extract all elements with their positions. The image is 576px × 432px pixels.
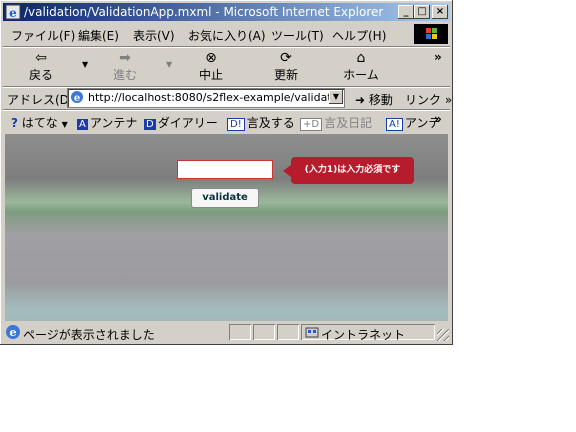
status-zone: イントラネット xyxy=(321,328,406,342)
genkyu-log-icon: +D xyxy=(300,118,323,131)
genkyu-log-button[interactable]: +D 言及日記 xyxy=(300,114,372,131)
back-arrow-icon: ⇦ xyxy=(35,50,47,66)
address-bar: アドレス(D) e http://localhost:8080/s2flex-e… xyxy=(3,87,452,109)
toolbar-chevron-icon[interactable]: » xyxy=(434,50,442,64)
go-button[interactable]: ➜ 移動 xyxy=(355,91,393,108)
genkyu-icon: D! xyxy=(227,118,245,131)
hatena-label: はてな xyxy=(21,116,58,130)
forward-label: 進む xyxy=(112,68,137,82)
back-button[interactable]: ⇦ 戻る xyxy=(23,50,59,83)
window-title: /validation/ValidationApp.mxml - Microso… xyxy=(24,5,384,19)
diary-icon: D xyxy=(144,119,156,130)
forward-button[interactable]: ➡ 進む xyxy=(107,50,143,83)
stop-button[interactable]: ⊗ 中止 xyxy=(193,50,229,83)
linkbar-chevron-icon[interactable]: » xyxy=(434,112,442,126)
hatena-button[interactable]: ? はてな ▼ xyxy=(11,114,68,131)
home-icon: ⌂ xyxy=(356,50,366,66)
genkyu-log-label: 言及日記 xyxy=(324,116,373,130)
refresh-icon: ⟳ xyxy=(280,50,292,66)
forward-dropdown-icon[interactable]: ▼ xyxy=(166,60,172,69)
title-bar: e /validation/ValidationApp.mxml - Micro… xyxy=(3,3,450,21)
resize-grip-icon[interactable] xyxy=(437,329,449,341)
antenna-button[interactable]: A アンテナ xyxy=(77,114,137,131)
refresh-label: 更新 xyxy=(273,68,298,82)
svg-text:e: e xyxy=(10,326,17,339)
back-label: 戻る xyxy=(28,68,53,82)
address-label: アドレス(D) xyxy=(7,93,74,107)
flex-content-area: (入力1)は入力必須です validate xyxy=(5,134,448,321)
page-icon: e xyxy=(71,91,83,104)
browser-window: e /validation/ValidationApp.mxml - Micro… xyxy=(0,0,453,345)
status-text: ページが表示されました xyxy=(23,328,155,342)
svg-text:e: e xyxy=(9,6,17,20)
close-button[interactable]: × xyxy=(432,5,448,19)
menu-view[interactable]: 表示(V) xyxy=(133,27,175,44)
ie-logo-icon: e xyxy=(5,4,21,20)
forward-arrow-icon: ➡ xyxy=(119,50,131,66)
menu-favorites[interactable]: お気に入り(A) xyxy=(188,27,266,44)
question-icon: ? xyxy=(11,116,18,130)
genkyu-label: 言及する xyxy=(246,116,295,130)
stop-label: 中止 xyxy=(198,68,223,82)
go-arrow-icon: ➜ xyxy=(355,93,366,107)
error-tooltip: (入力1)は入力必須です xyxy=(291,157,414,184)
home-button[interactable]: ⌂ ホーム xyxy=(341,50,381,83)
refresh-button[interactable]: ⟳ 更新 xyxy=(268,50,304,83)
antenna-icon: A xyxy=(77,119,88,130)
input1-field[interactable] xyxy=(177,160,273,179)
antenna-label: アンテナ xyxy=(89,116,138,130)
links-button[interactable]: リンク » xyxy=(405,91,452,108)
menu-edit[interactable]: 編集(E) xyxy=(78,27,119,44)
hatena-dropdown-icon: ▼ xyxy=(61,120,68,129)
maximize-button[interactable]: □ xyxy=(414,5,430,19)
ante-button[interactable]: A! アンテ xyxy=(386,114,440,131)
intranet-icon xyxy=(305,325,319,342)
standard-toolbar: ⇦ 戻る ▼ ➡ 進む ▼ ⊗ 中止 ⟳ 更新 ⌂ ホーム » xyxy=(3,48,450,86)
status-panel-1 xyxy=(229,324,251,340)
menu-tools[interactable]: ツール(T) xyxy=(271,27,324,44)
menu-bar: ファイル(F) 編集(E) 表示(V) お気に入り(A) ツール(T) ヘルプ(… xyxy=(3,23,450,45)
status-bar: e ページが表示されました イントラネット xyxy=(3,323,450,342)
diary-label: ダイアリー xyxy=(157,116,218,130)
minimize-button[interactable]: _ xyxy=(398,5,414,19)
menu-help[interactable]: ヘルプ(H) xyxy=(332,27,386,44)
hatena-toolbar: ? はてな ▼ A アンテナ D ダイアリー D! 言及する +D 言及日記 A! アンテ… xyxy=(3,110,450,132)
address-input[interactable]: e http://localhost:8080/s2flex-example/v… xyxy=(67,88,345,108)
error-tooltip-arrow xyxy=(283,165,291,177)
validate-button[interactable]: validate xyxy=(191,188,259,208)
home-label: ホーム xyxy=(343,68,379,82)
diary-button[interactable]: D ダイアリー xyxy=(144,114,218,131)
back-dropdown-icon[interactable]: ▼ xyxy=(82,60,88,69)
menu-file[interactable]: ファイル(F) xyxy=(11,27,75,44)
ante-icon: A! xyxy=(386,118,403,131)
address-url: http://localhost:8080/s2flex-example/val… xyxy=(88,91,342,104)
page-status-icon: e xyxy=(6,325,20,339)
windows-logo-icon xyxy=(414,24,448,44)
genkyu-button[interactable]: D! 言及する xyxy=(227,114,295,131)
status-panel-2 xyxy=(253,324,275,340)
svg-text:e: e xyxy=(74,93,80,104)
stop-icon: ⊗ xyxy=(205,50,217,66)
go-label: 移動 xyxy=(368,93,393,107)
status-panel-3 xyxy=(277,324,299,340)
address-dropdown-icon[interactable]: ▼ xyxy=(329,90,343,104)
